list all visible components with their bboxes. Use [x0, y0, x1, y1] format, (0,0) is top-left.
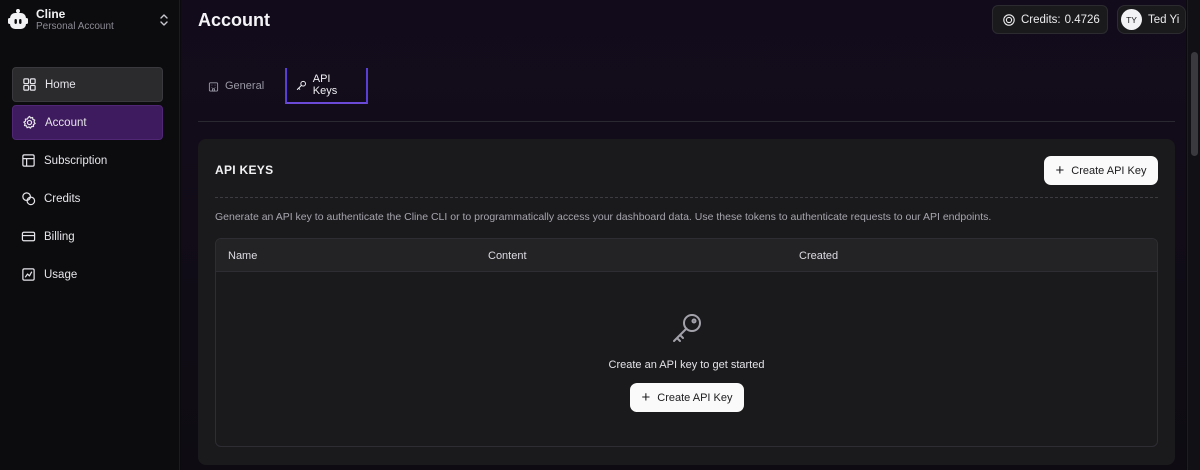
org-switcher[interactable]: Cline Personal Account: [8, 6, 170, 34]
tab-api-keys[interactable]: API Keys: [285, 68, 368, 104]
api-keys-card: API KEYS + Create API Key Generate an AP…: [198, 139, 1175, 465]
gear-icon: [23, 115, 36, 129]
org-subtitle: Personal Account: [36, 21, 114, 32]
credits-value: 0.4726: [1064, 13, 1100, 26]
sidebar-item-credits[interactable]: Credits: [12, 181, 163, 216]
sidebar-item-label: Credits: [44, 192, 81, 205]
sidebar-item-usage[interactable]: Usage: [12, 257, 163, 292]
scrollbar-thumb[interactable]: [1191, 52, 1198, 156]
credits-chip[interactable]: Credits: 0.4726: [992, 5, 1108, 34]
sidebar-item-label: Account: [45, 116, 87, 129]
column-header-name[interactable]: Name: [228, 250, 257, 262]
building-icon: [208, 81, 219, 92]
tab-label: General: [225, 80, 265, 92]
scrollbar[interactable]: [1187, 0, 1200, 470]
table-header: Name Content Created: [216, 239, 1157, 272]
sidebar-item-account[interactable]: Account: [12, 105, 163, 140]
plus-icon: +: [1055, 162, 1065, 179]
button-label: Create API Key: [657, 391, 733, 404]
tab-label: API Keys: [312, 73, 338, 97]
cline-logo-icon: [8, 9, 28, 29]
create-api-key-button[interactable]: + Create API Key: [1044, 156, 1158, 185]
coin-icon: [1003, 13, 1015, 26]
credit-card-icon: [21, 231, 36, 242]
sidebar-item-billing[interactable]: Billing: [12, 219, 163, 254]
empty-state-text: Create an API key to get started: [608, 359, 765, 371]
chart-icon: [22, 268, 35, 281]
divider: [198, 121, 1175, 122]
column-header-content[interactable]: Content: [488, 250, 527, 262]
sidebar-item-label: Billing: [44, 230, 75, 243]
section-description: Generate an API key to authenticate the …: [215, 211, 992, 223]
tab-general[interactable]: General: [198, 68, 285, 104]
credits-label: Credits:: [1021, 13, 1061, 26]
button-label: Create API Key: [1071, 164, 1147, 177]
coins-icon: [22, 192, 36, 206]
layout-icon: [22, 154, 35, 167]
account-tabs: General API Keys: [198, 68, 368, 104]
sidebar-item-label: Home: [45, 78, 76, 91]
user-menu[interactable]: TY Ted Yi: [1117, 5, 1186, 34]
key-icon: [296, 80, 306, 90]
user-name: Ted Yi: [1148, 13, 1180, 26]
sidebar-item-label: Subscription: [44, 154, 108, 167]
column-header-created[interactable]: Created: [799, 250, 838, 262]
main-content: Account Credits: 0.4726 TY Ted Yi Genera…: [181, 0, 1186, 470]
sidebar-item-label: Usage: [44, 268, 78, 281]
create-api-key-empty-button[interactable]: + Create API Key: [630, 383, 744, 412]
sidebar: Cline Personal Account Home Account Subs…: [0, 0, 180, 470]
sidebar-item-home[interactable]: Home: [12, 67, 163, 102]
plus-icon: +: [641, 389, 651, 406]
key-icon: [673, 314, 701, 342]
divider: [215, 197, 1158, 198]
page-title: Account: [198, 10, 270, 30]
grid-icon: [23, 78, 36, 91]
api-keys-table: Name Content Created Create an API key t…: [215, 238, 1158, 447]
avatar: TY: [1121, 9, 1142, 30]
chevron-up-down-icon[interactable]: [158, 12, 170, 28]
org-name: Cline: [36, 7, 66, 21]
section-title: API KEYS: [215, 163, 274, 177]
sidebar-item-subscription[interactable]: Subscription: [12, 143, 163, 178]
sidebar-nav: Home Account Subscription Credits Billin…: [12, 67, 163, 295]
